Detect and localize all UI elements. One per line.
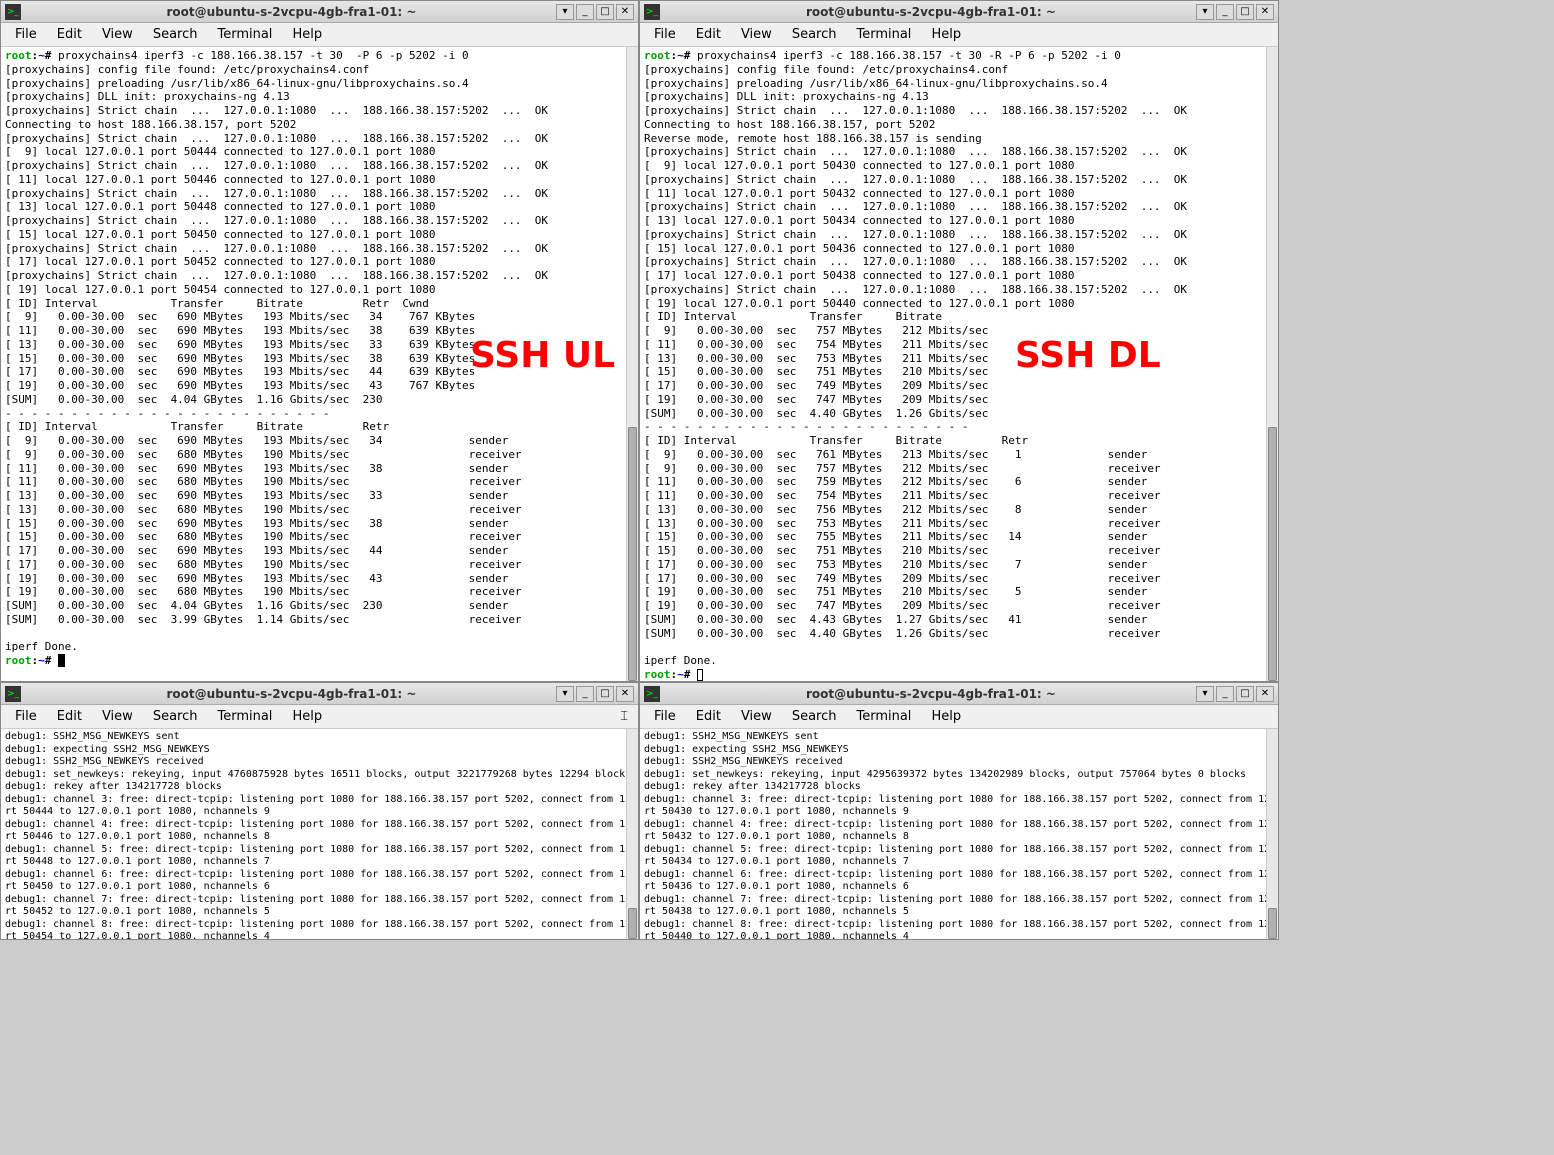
menubar: File Edit View Search Terminal Help	[1, 23, 638, 47]
terminal-output[interactable]: debug1: SSH2_MSG_NEWKEYS sent debug1: ex…	[640, 729, 1278, 939]
shade-button[interactable]: ▾	[556, 4, 574, 20]
terminal-window-debug-left: >_ root@ubuntu-s-2vcpu-4gb-fra1-01: ~ ▾ …	[0, 682, 639, 940]
terminal-icon: >_	[5, 4, 21, 20]
scroll-thumb[interactable]	[1268, 908, 1277, 940]
shade-button[interactable]: ▾	[1196, 686, 1214, 702]
menu-edit[interactable]: Edit	[686, 25, 731, 44]
scrollbar[interactable]	[1266, 47, 1278, 681]
maximize-button[interactable]: □	[596, 686, 614, 702]
close-button[interactable]: ✕	[616, 686, 634, 702]
menu-terminal[interactable]: Terminal	[846, 25, 921, 44]
titlebar[interactable]: >_ root@ubuntu-s-2vcpu-4gb-fra1-01: ~ ▾ …	[640, 683, 1278, 705]
close-button[interactable]: ✕	[1256, 686, 1274, 702]
menu-file[interactable]: File	[644, 25, 686, 44]
scrollbar[interactable]	[626, 47, 638, 681]
window-title: root@ubuntu-s-2vcpu-4gb-fra1-01: ~	[666, 687, 1196, 701]
menu-view[interactable]: View	[92, 25, 143, 44]
minimize-button[interactable]: _	[576, 4, 594, 20]
menu-view[interactable]: View	[731, 25, 782, 44]
maximize-button[interactable]: □	[1236, 686, 1254, 702]
menu-help[interactable]: Help	[921, 707, 971, 726]
window-title: root@ubuntu-s-2vcpu-4gb-fra1-01: ~	[666, 5, 1196, 19]
terminal-window-dl: >_ root@ubuntu-s-2vcpu-4gb-fra1-01: ~ ▾ …	[639, 0, 1279, 682]
menu-edit[interactable]: Edit	[47, 707, 92, 726]
menubar: File Edit View Search Terminal Help	[640, 705, 1278, 729]
minimize-button[interactable]: _	[1216, 686, 1234, 702]
menu-file[interactable]: File	[5, 707, 47, 726]
menu-view[interactable]: View	[731, 707, 782, 726]
maximize-button[interactable]: □	[596, 4, 614, 20]
scroll-thumb[interactable]	[628, 908, 637, 940]
menu-search[interactable]: Search	[782, 25, 847, 44]
menu-edit[interactable]: Edit	[686, 707, 731, 726]
menu-help[interactable]: Help	[282, 707, 332, 726]
terminal-output[interactable]: debug1: SSH2_MSG_NEWKEYS sent debug1: ex…	[1, 729, 638, 939]
menu-file[interactable]: File	[644, 707, 686, 726]
terminal-output[interactable]: root:~# proxychains4 iperf3 -c 188.166.3…	[640, 47, 1278, 681]
menu-help[interactable]: Help	[282, 25, 332, 44]
scroll-thumb[interactable]	[628, 427, 637, 681]
menu-search[interactable]: Search	[143, 707, 208, 726]
menu-edit[interactable]: Edit	[47, 25, 92, 44]
menu-view[interactable]: View	[92, 707, 143, 726]
menu-terminal[interactable]: Terminal	[207, 707, 282, 726]
ibeam-cursor-icon: ⌶	[620, 709, 628, 724]
window-title: root@ubuntu-s-2vcpu-4gb-fra1-01: ~	[27, 687, 556, 701]
menu-terminal[interactable]: Terminal	[207, 25, 282, 44]
terminal-window-ul: >_ root@ubuntu-s-2vcpu-4gb-fra1-01: ~ ▾ …	[0, 0, 639, 682]
menu-help[interactable]: Help	[921, 25, 971, 44]
terminal-output[interactable]: root:~# proxychains4 iperf3 -c 188.166.3…	[1, 47, 638, 681]
minimize-button[interactable]: _	[576, 686, 594, 702]
window-title: root@ubuntu-s-2vcpu-4gb-fra1-01: ~	[27, 5, 556, 19]
menu-file[interactable]: File	[5, 25, 47, 44]
shade-button[interactable]: ▾	[1196, 4, 1214, 20]
terminal-icon: >_	[644, 686, 660, 702]
titlebar[interactable]: >_ root@ubuntu-s-2vcpu-4gb-fra1-01: ~ ▾ …	[640, 1, 1278, 23]
terminal-icon: >_	[644, 4, 660, 20]
close-button[interactable]: ✕	[616, 4, 634, 20]
terminal-icon: >_	[5, 686, 21, 702]
menu-terminal[interactable]: Terminal	[846, 707, 921, 726]
maximize-button[interactable]: □	[1236, 4, 1254, 20]
menu-search[interactable]: Search	[782, 707, 847, 726]
menubar: File Edit View Search Terminal Help	[640, 23, 1278, 47]
menu-search[interactable]: Search	[143, 25, 208, 44]
terminal-window-debug-right: >_ root@ubuntu-s-2vcpu-4gb-fra1-01: ~ ▾ …	[639, 682, 1279, 940]
scrollbar[interactable]	[1266, 729, 1278, 939]
shade-button[interactable]: ▾	[556, 686, 574, 702]
titlebar[interactable]: >_ root@ubuntu-s-2vcpu-4gb-fra1-01: ~ ▾ …	[1, 683, 638, 705]
close-button[interactable]: ✕	[1256, 4, 1274, 20]
scrollbar[interactable]	[626, 729, 638, 939]
scroll-thumb[interactable]	[1268, 427, 1277, 681]
titlebar[interactable]: >_ root@ubuntu-s-2vcpu-4gb-fra1-01: ~ ▾ …	[1, 1, 638, 23]
minimize-button[interactable]: _	[1216, 4, 1234, 20]
menubar: File Edit View Search Terminal Help ⌶	[1, 705, 638, 729]
